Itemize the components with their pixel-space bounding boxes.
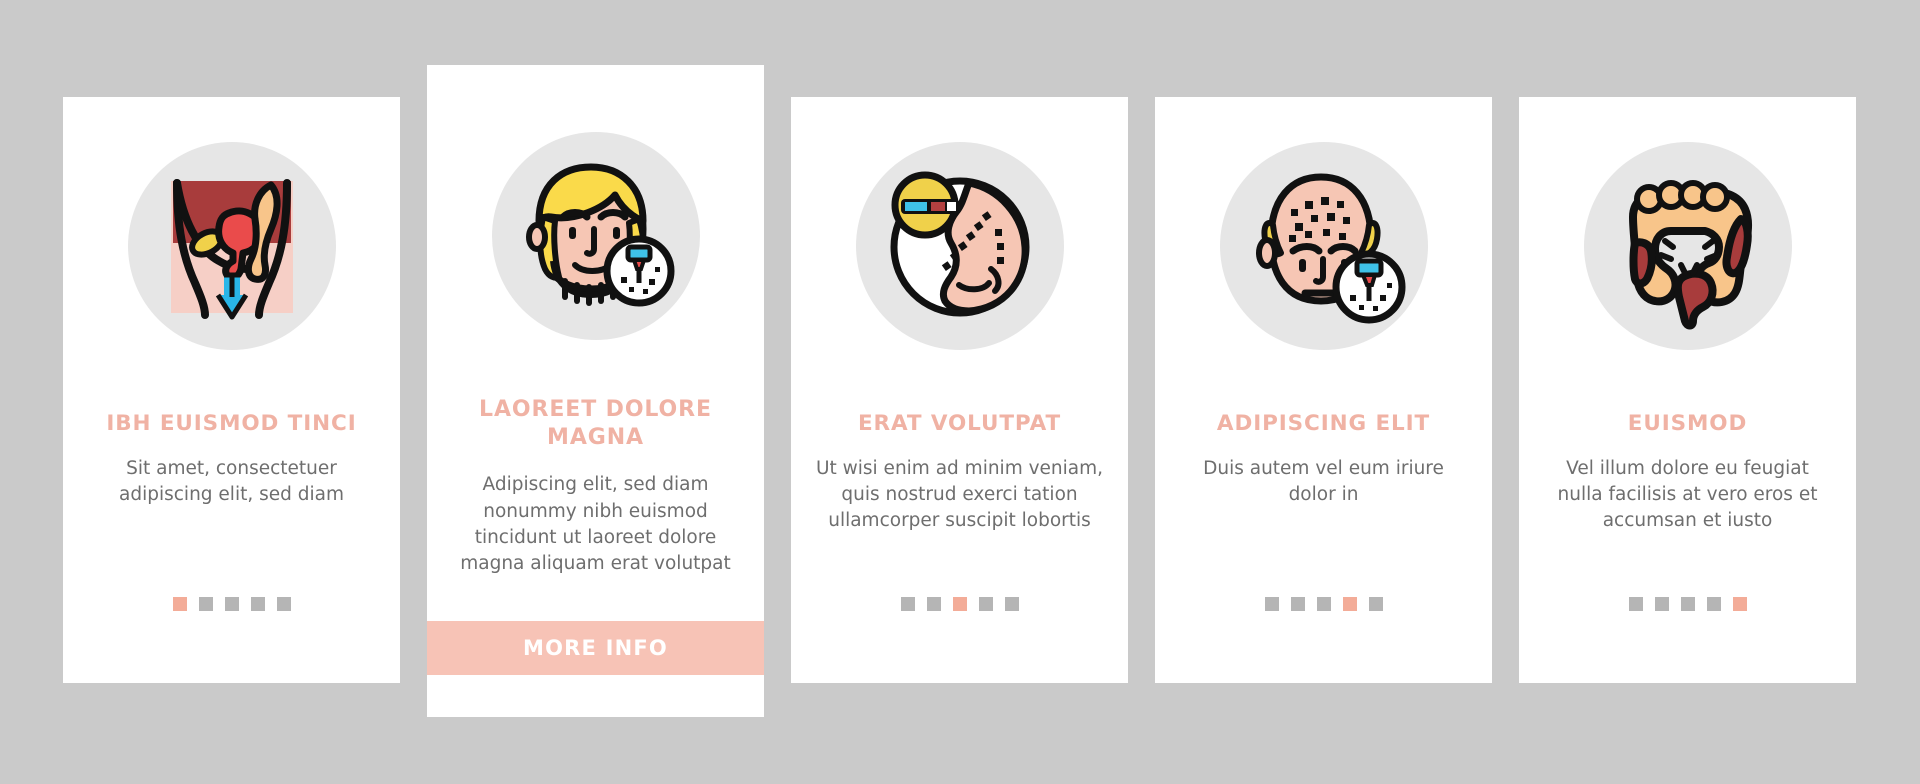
pagination-dot[interactable]: [172, 597, 187, 611]
colon-intestine-icon: [1583, 141, 1792, 350]
card-2-title: LAOREET DOLORE MAGNA: [479, 397, 712, 451]
pagination-dot[interactable]: [1004, 597, 1019, 611]
card-2-illustration: [427, 93, 764, 378]
pagination-dot[interactable]: [1342, 597, 1357, 611]
pagination-dot[interactable]: [978, 597, 993, 611]
pagination-dot[interactable]: [900, 597, 915, 611]
card-5-pagination-dots[interactable]: [1519, 597, 1856, 611]
card-1-body: Sit amet, consectetuer adipiscing elit, …: [119, 457, 344, 505]
card-5-illustration: [1519, 103, 1856, 388]
nose-rhinoplasty-icon: [855, 141, 1064, 350]
pagination-dot[interactable]: [1680, 597, 1695, 611]
pagination-dot[interactable]: [250, 597, 265, 611]
card-1-illustration: [63, 103, 400, 388]
onboarding-card-3[interactable]: ERAT VOLUTPAT Ut wisi enim ad minim veni…: [791, 97, 1128, 683]
onboarding-card-2[interactable]: LAOREET DOLORE MAGNA Adipiscing elit, se…: [427, 65, 764, 717]
pagination-dot[interactable]: [276, 597, 291, 611]
onboarding-card-5[interactable]: EUISMOD Vel illum dolore eu feugiat null…: [1519, 97, 1856, 683]
card-3-illustration: [791, 103, 1128, 388]
card-2-body: Adipiscing elit, sed diam nonummy nibh e…: [460, 474, 731, 575]
card-5-title: EUISMOD: [1627, 411, 1748, 436]
pagination-dot[interactable]: [1706, 597, 1721, 611]
card-4-title: ADIPISCING ELIT: [1216, 411, 1431, 436]
pagination-dot[interactable]: [1368, 597, 1383, 611]
card-5-body: Vel illum dolore eu feugiat nulla facili…: [1557, 457, 1818, 532]
pagination-dot[interactable]: [1316, 597, 1331, 611]
card-1-title: IBH EUISMOD TINCI: [106, 411, 357, 436]
bearded-face-skin-test-icon: [491, 131, 700, 340]
onboarding-card-1[interactable]: IBH EUISMOD TINCI Sit amet, consectetuer…: [63, 97, 400, 683]
card-3-title: ERAT VOLUTPAT: [857, 411, 1062, 436]
card-1-pagination-dots[interactable]: [63, 597, 400, 611]
card-4-pagination-dots[interactable]: [1155, 597, 1492, 611]
pagination-dot[interactable]: [1290, 597, 1305, 611]
hair-transplant-head-icon: [1219, 141, 1428, 350]
pagination-dot[interactable]: [1732, 597, 1747, 611]
card-4-body: Duis autem vel eum iriure dolor in: [1203, 457, 1444, 505]
card-3-pagination-dots[interactable]: [791, 597, 1128, 611]
card-4-illustration: [1155, 103, 1492, 388]
pelvis-prolapse-icon: [127, 141, 336, 350]
pagination-dot[interactable]: [198, 597, 213, 611]
onboarding-card-4[interactable]: ADIPISCING ELIT Duis autem vel eum iriur…: [1155, 97, 1492, 683]
pagination-dot[interactable]: [224, 597, 239, 611]
pagination-dot[interactable]: [952, 597, 967, 611]
pagination-dot[interactable]: [926, 597, 941, 611]
onboarding-screens-stage: IBH EUISMOD TINCI Sit amet, consectetuer…: [0, 0, 1920, 784]
pagination-dot[interactable]: [1654, 597, 1669, 611]
more-info-button[interactable]: MORE INFO: [427, 621, 764, 675]
card-3-body: Ut wisi enim ad minim veniam, quis nostr…: [815, 457, 1104, 532]
pagination-dot[interactable]: [1264, 597, 1279, 611]
pagination-dot[interactable]: [1628, 597, 1643, 611]
